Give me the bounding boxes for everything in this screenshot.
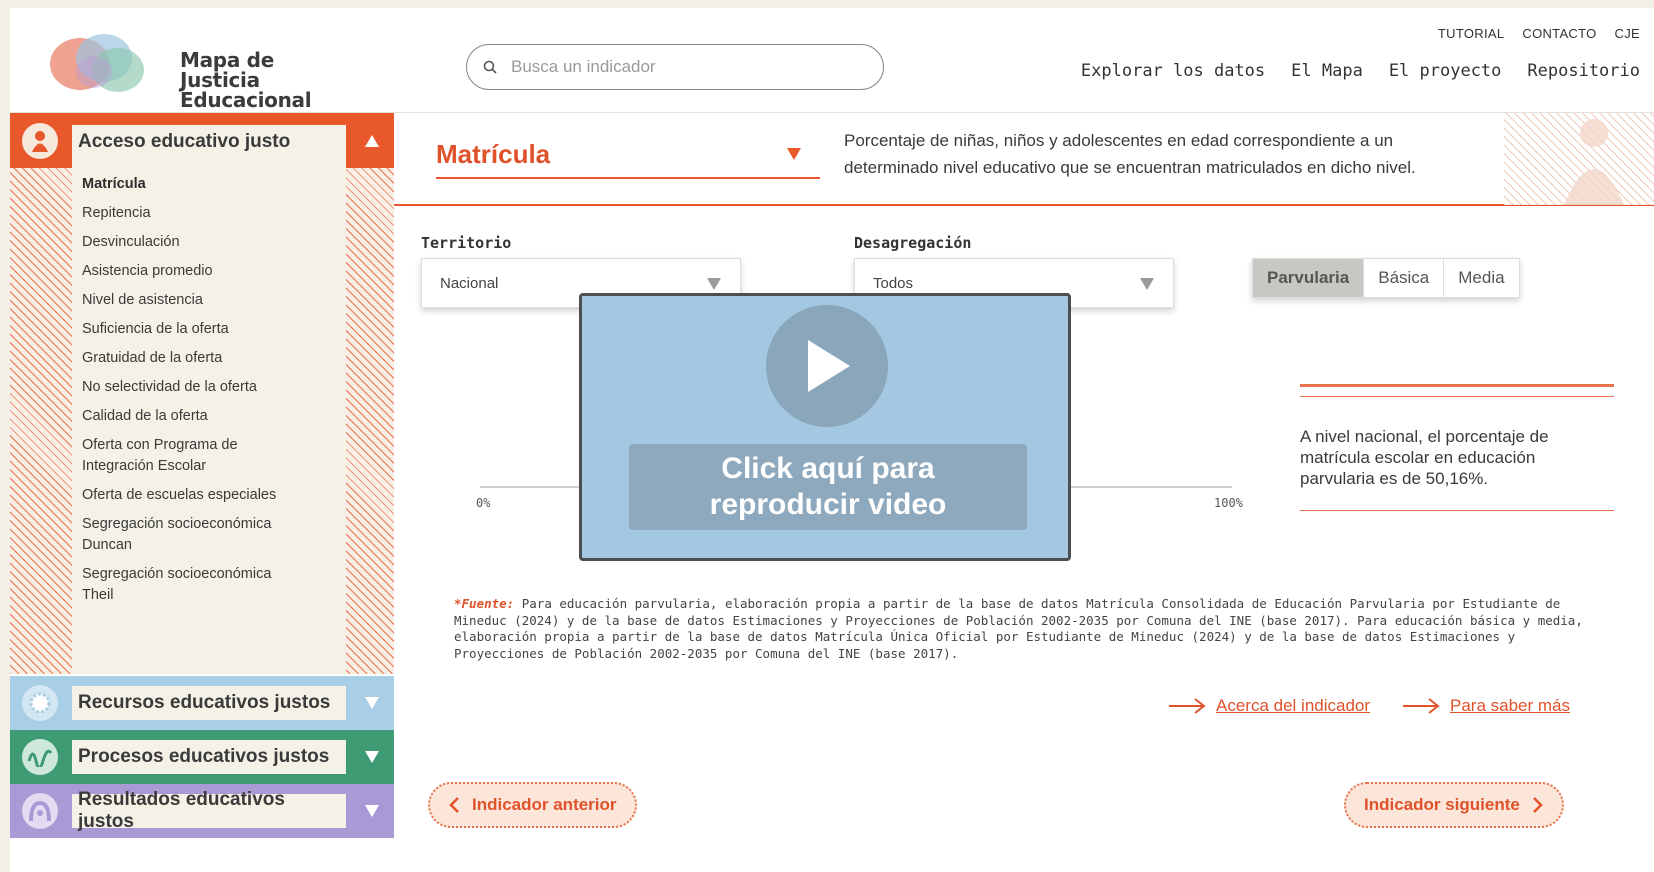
category-resultados[interactable]: Resultados educativos justos: [10, 784, 394, 838]
main-nav: Explorar los datos El Mapa El proyecto R…: [1081, 61, 1640, 81]
wave-icon: [22, 739, 58, 775]
logo[interactable]: Mapa de Justicia Educacional: [42, 28, 312, 110]
indicator-repitencia[interactable]: Repitencia: [82, 203, 322, 224]
desagregacion-value: Todos: [873, 274, 914, 292]
acceso-indicator-panel: Matrícula Repitencia Desvinculación Asis…: [10, 168, 394, 674]
source-text: Para educación parvularia, elaboración p…: [454, 596, 1583, 661]
axis-min-label: 0%: [476, 496, 491, 510]
summary-text: A nivel nacional, el porcentaje de matrí…: [1300, 427, 1549, 488]
nav-repositorio[interactable]: Repositorio: [1527, 61, 1640, 81]
contacto-link[interactable]: CONTACTO: [1522, 26, 1596, 41]
indicator-calidad[interactable]: Calidad de la oferta: [82, 406, 322, 427]
person-silhouette-icon: [1564, 119, 1624, 205]
chevron-down-icon[interactable]: [362, 747, 382, 767]
level-tabs: Parvularia Básica Media: [1252, 258, 1520, 298]
next-indicator-label: Indicador siguiente: [1364, 795, 1520, 814]
arch-icon: [22, 793, 58, 829]
tab-parvularia[interactable]: Parvularia: [1253, 259, 1364, 297]
logo-line-1: Mapa de: [180, 48, 274, 72]
chevron-down-icon: [786, 147, 802, 166]
chevron-down-icon: [1139, 277, 1155, 295]
arrow-right-icon: [1403, 698, 1440, 714]
category-resultados-label: Resultados educativos justos: [72, 789, 346, 832]
indicator-title: Matrícula: [436, 138, 551, 169]
search-icon: [483, 60, 497, 74]
acerca-link-text: Acerca del indicador: [1216, 696, 1371, 715]
category-recursos-label: Recursos educativos justos: [72, 686, 346, 720]
category-recursos[interactable]: Recursos educativos justos: [10, 676, 394, 730]
logo-blobs-icon: [50, 34, 144, 92]
video-caption: Click aquí para reproducir video: [629, 444, 1027, 530]
logo-text: Mapa de Justicia Educacional: [180, 48, 312, 112]
indicator-dropdown[interactable]: Matrícula: [436, 131, 820, 179]
tab-media[interactable]: Media: [1443, 259, 1518, 297]
cje-link[interactable]: CJE: [1615, 26, 1640, 41]
indicator-matricula[interactable]: Matrícula: [82, 174, 322, 195]
person-icon: [22, 123, 58, 159]
tab-basica[interactable]: Básica: [1363, 259, 1443, 297]
indicator-pie[interactable]: Oferta con Programa de Integración Escol…: [82, 435, 252, 477]
nav-el-proyecto[interactable]: El proyecto: [1389, 61, 1502, 81]
saber-mas-link[interactable]: Para saber más: [1402, 696, 1570, 716]
source-label: *Fuente:: [454, 596, 515, 611]
logo-line-3: Educacional: [180, 88, 312, 112]
prev-indicator-button[interactable]: Indicador anterior: [428, 782, 637, 828]
next-indicator-button[interactable]: Indicador siguiente: [1344, 782, 1564, 828]
search-box[interactable]: [466, 44, 884, 90]
indicator-list: Matrícula Repitencia Desvinculación Asis…: [72, 168, 346, 674]
summary-divider: [1300, 384, 1614, 387]
indicator-segregacion-duncan[interactable]: Segregación socioeconómica Duncan: [82, 514, 282, 556]
indicator-suficiencia[interactable]: Suficiencia de la oferta: [82, 319, 322, 340]
logo-line-2: Justicia: [180, 68, 260, 92]
acerca-link[interactable]: Acerca del indicador: [1168, 696, 1370, 716]
chevron-down-icon[interactable]: [362, 693, 382, 713]
indicator-segregacion-theil[interactable]: Segregación socioeconómica Theil: [82, 564, 282, 606]
indicator-desvinculacion[interactable]: Desvinculación: [82, 232, 322, 253]
tutorial-link[interactable]: TUTORIAL: [1438, 26, 1504, 41]
indicator-no-selectividad[interactable]: No selectividad de la oferta: [82, 377, 322, 398]
gear-flower-icon: [22, 685, 58, 721]
indicator-description: Porcentaje de niñas, niños y adolescente…: [844, 131, 1416, 177]
nav-explorar[interactable]: Explorar los datos: [1081, 61, 1265, 81]
territorio-value: Nacional: [440, 274, 499, 292]
territorio-label: Territorio: [421, 234, 512, 252]
indicator-escuelas-especiales[interactable]: Oferta de escuelas especiales: [82, 485, 322, 506]
top-links: TUTORIAL CONTACTO CJE: [1438, 26, 1640, 41]
chevron-down-icon[interactable]: [362, 801, 382, 821]
summary-divider: [1300, 510, 1614, 511]
source-note: *Fuente: Para educación parvularia, elab…: [454, 596, 1604, 662]
category-acceso-label: Acceso educativo justo: [72, 125, 346, 169]
saber-mas-link-text: Para saber más: [1450, 696, 1570, 715]
indicator-nivel-asistencia[interactable]: Nivel de asistencia: [82, 290, 322, 311]
chevron-right-icon: [1532, 797, 1543, 813]
chevron-left-icon: [449, 797, 459, 813]
decorative-pattern: [1504, 113, 1654, 205]
axis-max-label: 100%: [1214, 496, 1243, 510]
arrow-right-icon: [1169, 698, 1206, 714]
sidebar: Acceso educativo justo Matrícula Repiten…: [10, 113, 394, 872]
chevron-up-icon[interactable]: [362, 131, 382, 151]
category-procesos[interactable]: Procesos educativos justos: [10, 730, 394, 784]
indicator-asistencia-promedio[interactable]: Asistencia promedio: [82, 261, 322, 282]
video-player[interactable]: Click aquí para reproducir video: [579, 293, 1071, 561]
prev-indicator-label: Indicador anterior: [472, 795, 617, 814]
desagregacion-label: Desagregación: [854, 234, 972, 252]
nav-el-mapa[interactable]: El Mapa: [1291, 61, 1363, 81]
indicator-gratuidad[interactable]: Gratuidad de la oferta: [82, 348, 322, 369]
header: Mapa de Justicia Educacional TUTORIAL CO…: [10, 8, 1654, 113]
search-input[interactable]: [511, 57, 851, 77]
indicator-header: Matrícula Porcentaje de niñas, niños y a…: [394, 113, 1654, 206]
category-procesos-label: Procesos educativos justos: [72, 740, 346, 774]
category-acceso[interactable]: Acceso educativo justo: [10, 113, 394, 169]
play-icon[interactable]: [766, 305, 888, 427]
summary-divider: [1300, 396, 1614, 397]
app-frame: Mapa de Justicia Educacional TUTORIAL CO…: [10, 8, 1654, 872]
